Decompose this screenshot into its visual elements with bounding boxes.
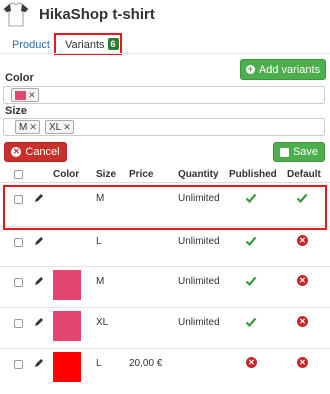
size-values-field[interactable]: M ✕ XL ✕ xyxy=(3,118,325,136)
column-header-quantity: Quantity xyxy=(178,169,219,180)
published-check-icon[interactable] xyxy=(245,275,257,287)
cancel-icon: ✕ xyxy=(11,147,22,157)
save-button[interactable]: Save xyxy=(273,142,325,162)
size-label: Size xyxy=(5,105,28,117)
variant-size: XL xyxy=(96,317,109,328)
column-header-published: Published xyxy=(229,169,277,180)
variant-price: 20,00 € xyxy=(129,358,163,369)
variant-color-swatch xyxy=(53,270,81,300)
row-select-checkbox[interactable] xyxy=(14,278,23,287)
default-check-icon[interactable] xyxy=(296,192,308,204)
color-swatch xyxy=(15,90,26,100)
edit-pencil-icon[interactable] xyxy=(34,358,44,368)
page-title: HikaShop t-shirt xyxy=(39,6,155,23)
variant-size: L xyxy=(96,236,102,247)
tab-variants-label: Variants xyxy=(65,39,105,51)
column-header-size: Size xyxy=(96,169,117,180)
variant-quantity: Unlimited xyxy=(178,193,220,204)
published-check-icon[interactable] xyxy=(245,192,257,204)
remove-chip-icon[interactable]: ✕ xyxy=(63,122,71,133)
color-chip: ✕ xyxy=(11,88,39,102)
variant-color-swatch xyxy=(53,311,81,341)
published-check-icon[interactable] xyxy=(245,235,257,247)
not-default-x-icon[interactable]: ✕ xyxy=(297,275,308,286)
row-divider xyxy=(0,266,330,267)
remove-chip-icon[interactable]: ✕ xyxy=(29,122,37,133)
cancel-button[interactable]: ✕ Cancel xyxy=(4,142,67,162)
variants-count-badge: 6 xyxy=(107,38,119,50)
plus-icon: + xyxy=(245,64,255,74)
not-default-x-icon[interactable]: ✕ xyxy=(297,235,308,246)
variant-quantity: Unlimited xyxy=(178,317,220,328)
row-select-checkbox[interactable] xyxy=(14,319,23,328)
selected-row-highlight xyxy=(3,185,327,230)
not-default-x-icon[interactable]: ✕ xyxy=(297,316,308,327)
column-header-price: Price xyxy=(129,169,154,180)
remove-chip-icon[interactable]: ✕ xyxy=(28,90,36,101)
product-thumbnail xyxy=(3,2,29,27)
not-default-x-icon[interactable]: ✕ xyxy=(297,357,308,368)
size-chip: XL ✕ xyxy=(45,120,74,134)
tab-variants[interactable]: Variants 6 xyxy=(54,33,122,55)
color-values-field[interactable]: ✕ xyxy=(3,86,325,104)
save-label: Save xyxy=(292,146,319,158)
add-variants-label: Add variants xyxy=(258,63,321,76)
table-header-divider xyxy=(0,182,330,183)
color-label: Color xyxy=(5,72,34,84)
variant-size: L xyxy=(96,358,102,369)
variant-size: M xyxy=(96,193,105,204)
row-divider xyxy=(0,226,330,227)
variant-quantity: Unlimited xyxy=(178,236,220,247)
row-select-checkbox[interactable] xyxy=(14,238,23,247)
add-variants-button[interactable]: + Add variants xyxy=(240,59,326,80)
row-divider xyxy=(0,307,330,308)
column-header-default: Default xyxy=(287,169,321,180)
row-select-checkbox[interactable] xyxy=(14,195,23,204)
row-divider xyxy=(0,348,330,349)
size-chip: M ✕ xyxy=(15,120,40,134)
variant-color-swatch xyxy=(53,352,81,382)
unpublished-x-icon[interactable]: ✕ xyxy=(246,357,257,368)
row-select-checkbox[interactable] xyxy=(14,360,23,369)
size-chip-label: XL xyxy=(49,121,62,133)
tab-product[interactable]: Product xyxy=(12,39,50,51)
edit-pencil-icon[interactable] xyxy=(34,193,44,203)
select-all-checkbox[interactable] xyxy=(14,170,23,179)
size-chip-label: M xyxy=(19,121,28,133)
edit-pencil-icon[interactable] xyxy=(34,317,44,327)
edit-pencil-icon[interactable] xyxy=(34,236,44,246)
variant-quantity: Unlimited xyxy=(178,276,220,287)
variant-size: M xyxy=(96,276,105,287)
cancel-label: Cancel xyxy=(25,146,60,158)
published-check-icon[interactable] xyxy=(245,316,257,328)
column-header-color: Color xyxy=(53,169,80,180)
variant-color-swatch xyxy=(53,187,81,217)
edit-pencil-icon[interactable] xyxy=(34,276,44,286)
save-icon xyxy=(279,147,289,157)
tabs-divider xyxy=(0,53,330,54)
